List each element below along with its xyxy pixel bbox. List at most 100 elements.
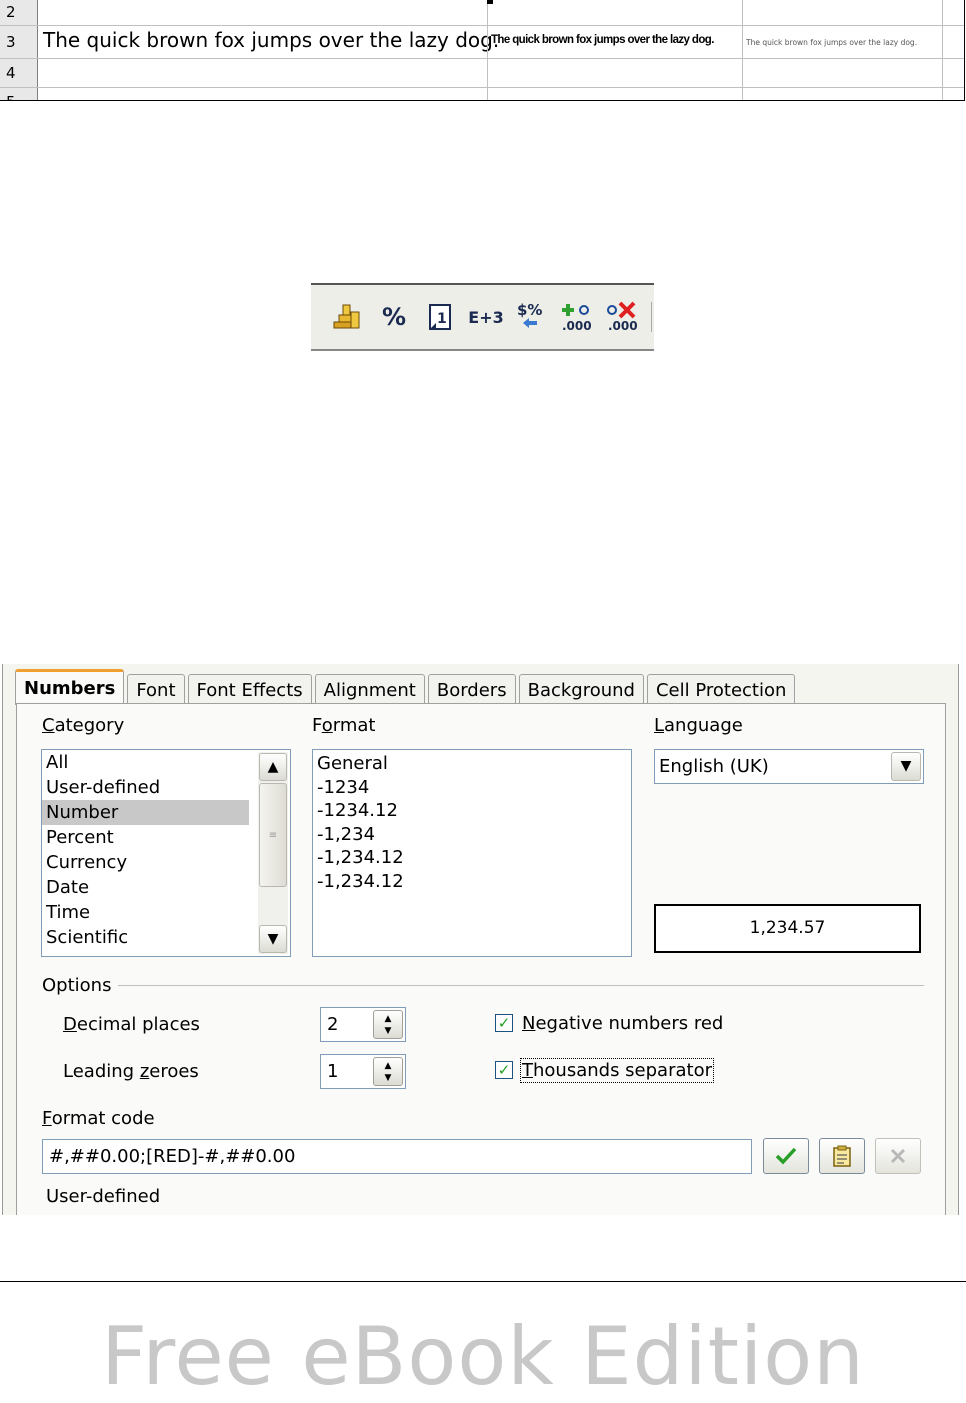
mnemonic-letter: F xyxy=(42,1108,52,1129)
negative-red-checkbox[interactable]: ✓ xyxy=(495,1014,513,1032)
chevron-up-icon: ▲ xyxy=(267,759,279,775)
date-format-button[interactable]: 1 xyxy=(417,297,463,337)
negative-red-label[interactable]: Negative numbers red xyxy=(522,1013,723,1034)
tab-alignment[interactable]: Alignment xyxy=(314,674,425,705)
toolbar-separator xyxy=(651,302,654,332)
list-item-selected[interactable]: Number xyxy=(42,800,249,825)
chevron-down-icon: ▼ xyxy=(900,758,912,774)
stepper-buttons[interactable]: ▲ ▼ xyxy=(373,1057,403,1086)
cell-a3[interactable]: The quick brown fox jumps over the lazy … xyxy=(43,26,499,54)
date-format-icon: 1 xyxy=(429,304,451,330)
chevron-down-icon: ▼ xyxy=(267,931,279,947)
scroll-thumb[interactable]: ≡ xyxy=(259,783,287,887)
stepper-buttons[interactable]: ▲ ▼ xyxy=(373,1010,403,1039)
options-divider xyxy=(118,985,924,986)
date-format-glyph: 1 xyxy=(437,311,447,327)
list-item[interactable]: Date xyxy=(42,875,290,900)
watermark-text: Free eBook Edition xyxy=(101,1310,865,1403)
add-decimal-place-button[interactable]: .000 xyxy=(555,297,601,337)
currency-format-icon xyxy=(333,304,360,329)
checkmark-icon: ✓ xyxy=(497,1060,511,1079)
format-description: User-defined xyxy=(46,1186,161,1207)
leading-zeroes-label: Leading zeroes xyxy=(63,1061,199,1082)
standard-format-glyph: $% xyxy=(517,301,542,319)
scientific-format-button[interactable]: E+3 xyxy=(463,297,509,337)
list-item[interactable]: General xyxy=(313,752,631,776)
delete-icon xyxy=(890,1148,906,1164)
row-header-4[interactable]: 4 xyxy=(0,59,38,87)
list-item[interactable]: Scientific xyxy=(42,925,290,950)
standard-format-icon: $% xyxy=(517,301,542,328)
list-item[interactable]: -1234 xyxy=(313,776,631,800)
delete-decimal-glyph: .000 xyxy=(608,319,638,333)
scroll-up-button[interactable]: ▲ xyxy=(259,753,287,781)
column-divider xyxy=(487,0,488,100)
remove-format-button[interactable] xyxy=(875,1138,921,1174)
thousands-separator-label[interactable]: Thousands separator xyxy=(520,1058,714,1083)
mnemonic-letter: D xyxy=(63,1014,77,1035)
delete-decimal-place-icon: .000 xyxy=(607,301,638,333)
format-list[interactable]: General -1234 -1234.12 -1,234 -1,234.12 … xyxy=(312,749,632,957)
list-item[interactable]: -1234.12 xyxy=(313,799,631,823)
row-header-2[interactable]: 2 xyxy=(0,0,38,25)
list-item[interactable]: Currency xyxy=(42,850,290,875)
tab-font-effects[interactable]: Font Effects xyxy=(187,674,312,705)
sheet-row-3: 3 The quick brown fox jumps over the laz… xyxy=(0,26,964,59)
format-cells-dialog: Numbers Font Font Effects Alignment Bord… xyxy=(2,664,959,1215)
add-decimal-glyph: .000 xyxy=(562,319,592,333)
list-item[interactable]: User-defined xyxy=(42,775,290,800)
list-item[interactable]: Time xyxy=(42,900,290,925)
list-item[interactable]: All xyxy=(42,750,290,775)
thousands-separator-checkbox[interactable]: ✓ xyxy=(495,1061,513,1079)
language-select[interactable]: English (UK) ▼ xyxy=(654,749,924,784)
leading-zeroes-stepper[interactable]: 1 ▲ ▼ xyxy=(320,1054,406,1089)
currency-format-button[interactable] xyxy=(325,297,371,337)
footer-divider xyxy=(0,1281,966,1282)
format-preview: 1,234.57 xyxy=(654,904,921,953)
category-scrollbar[interactable]: ▲ ≡ ▼ xyxy=(258,752,288,954)
category-list[interactable]: All User-defined Number Percent Currency… xyxy=(41,749,291,957)
format-label: Format xyxy=(312,715,376,736)
standard-format-button[interactable]: $% xyxy=(509,297,555,337)
chevron-down-icon[interactable]: ▼ xyxy=(385,1025,392,1037)
language-dropdown-button[interactable]: ▼ xyxy=(891,752,921,781)
tab-numbers[interactable]: Numbers xyxy=(15,669,125,705)
sheet-row-2: 2 xyxy=(0,0,964,26)
tab-cell-protection[interactable]: Cell Protection xyxy=(646,674,796,705)
category-label: Category xyxy=(42,715,125,736)
language-value: English (UK) xyxy=(659,756,769,777)
decimal-places-stepper[interactable]: 2 ▲ ▼ xyxy=(320,1007,406,1042)
dialog-tabs: Numbers Font Font Effects Alignment Bord… xyxy=(15,669,798,705)
scientific-format-icon: E+3 xyxy=(468,307,504,327)
chevron-up-icon[interactable]: ▲ xyxy=(385,1013,392,1025)
format-code-input[interactable]: #,##0.00;[RED]-#,##0.00 xyxy=(42,1139,752,1174)
column-divider xyxy=(742,0,743,100)
tab-background[interactable]: Background xyxy=(518,674,644,705)
options-label: Options xyxy=(42,975,112,996)
list-item[interactable]: -1,234.12 xyxy=(313,870,631,894)
chevron-up-icon[interactable]: ▲ xyxy=(385,1060,392,1072)
chevron-down-icon[interactable]: ▼ xyxy=(385,1072,392,1084)
list-item[interactable]: Percent xyxy=(42,825,290,850)
cell-b3[interactable]: The quick brown fox jumps over the lazy … xyxy=(491,34,714,46)
accept-format-button[interactable] xyxy=(763,1138,809,1174)
tab-font[interactable]: Font xyxy=(127,674,185,705)
cell-c3[interactable]: The quick brown fox jumps over the lazy … xyxy=(746,38,917,47)
add-decimal-place-icon: .000 xyxy=(562,304,592,333)
grip-icon: ≡ xyxy=(268,829,278,841)
list-item[interactable]: -1,234.12 xyxy=(313,846,631,870)
format-code-label: Format code xyxy=(42,1108,155,1129)
list-item[interactable]: -1,234 xyxy=(313,823,631,847)
scroll-down-button[interactable]: ▼ xyxy=(259,925,287,953)
percent-format-button[interactable]: % xyxy=(371,297,417,337)
edit-comment-button[interactable] xyxy=(819,1138,865,1174)
row-header-5[interactable]: 5 xyxy=(0,88,38,100)
delete-decimal-place-button[interactable]: .000 xyxy=(601,297,647,337)
row-header-3[interactable]: 3 xyxy=(0,26,38,58)
sheet-row-4: 4 xyxy=(0,59,964,88)
fill-handle[interactable] xyxy=(487,0,493,4)
column-divider xyxy=(942,0,943,100)
clipboard-icon xyxy=(833,1145,851,1167)
percent-format-icon: % xyxy=(381,303,407,331)
tab-borders[interactable]: Borders xyxy=(427,674,516,705)
